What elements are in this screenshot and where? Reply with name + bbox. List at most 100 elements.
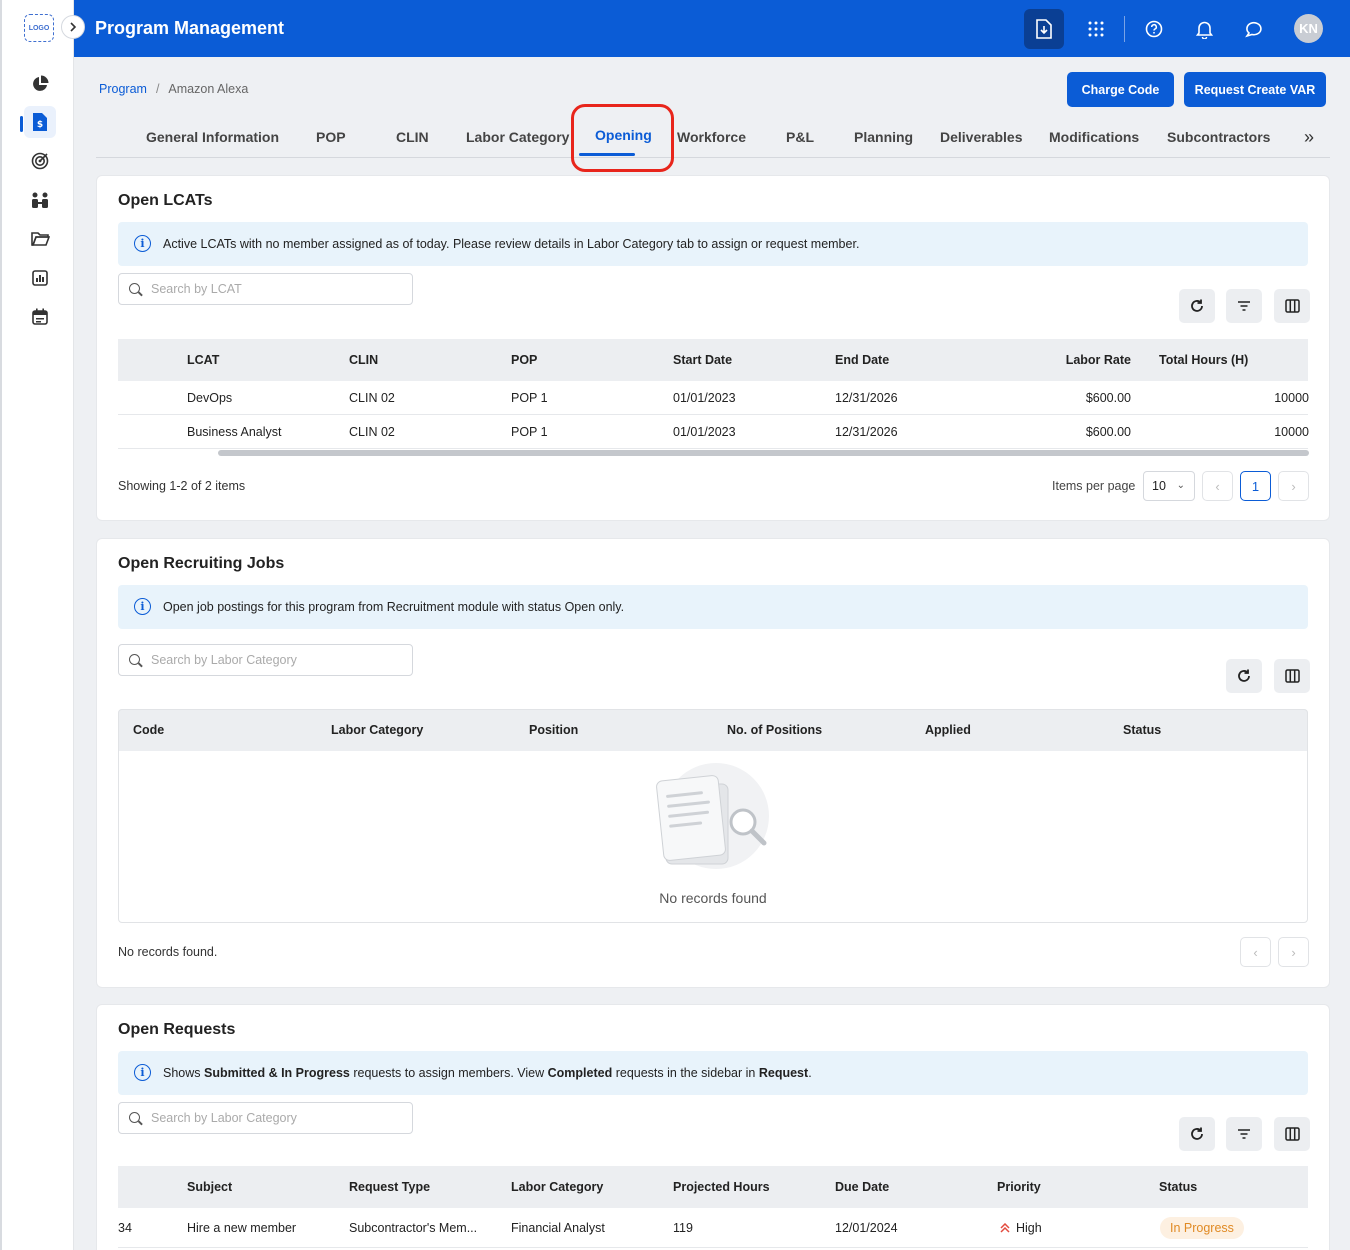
requests-search-input[interactable]: Search by Labor Category [118,1102,413,1134]
bar-chart-icon[interactable] [24,262,56,294]
table-row[interactable]: 34 Hire a new member Subcontractor's Mem… [118,1208,1308,1248]
col-pop[interactable]: POP [511,339,537,381]
columns-icon [1284,299,1300,313]
status-badge: In Progress [1160,1216,1244,1239]
open-requests-info-banner: i Shows Submitted & In Progress requests… [118,1051,1308,1095]
chat-icon[interactable] [1234,9,1274,49]
tab-planning[interactable]: Planning [854,129,913,145]
info-icon: i [134,235,151,252]
col-total-hours[interactable]: Total Hours (H) [1159,339,1248,381]
page-1-button[interactable]: 1 [1240,471,1271,501]
cell-id: 34 [118,1220,132,1235]
charge-code-button[interactable]: Charge Code [1067,72,1174,107]
jobs-search-input[interactable]: Search by Labor Category [118,644,413,676]
col-end-date[interactable]: End Date [835,339,889,381]
refresh-button[interactable] [1179,1117,1215,1151]
pie-chart-icon[interactable] [24,68,56,100]
chevron-down-icon: ⌄ [1176,480,1185,491]
tab-highlight-annotation [571,104,674,172]
refresh-icon [1238,669,1250,682]
tab-subcontractors[interactable]: Subcontractors [1167,129,1270,145]
col-request-type[interactable]: Request Type [349,1166,430,1208]
jobs-footer-text: No records found. [118,945,218,959]
folder-open-icon[interactable] [24,223,56,255]
rail-active-indicator [20,116,23,132]
cell-status: In Progress [1160,1208,1244,1247]
download-document-icon[interactable] [1024,9,1064,49]
col-labor-category[interactable]: Labor Category [511,1166,603,1208]
col-projected-hours[interactable]: Projected Hours [673,1166,770,1208]
col-clin[interactable]: CLIN [349,339,378,381]
dollar-document-icon[interactable]: $ [24,106,56,138]
open-recruiting-jobs-card: Open Recruiting Jobs i Open job postings… [96,538,1330,988]
apps-grid-icon[interactable] [1076,9,1116,49]
chevron-right-icon [70,22,77,32]
left-rail: LOGO $ [0,0,74,1250]
tab-deliverables[interactable]: Deliverables [940,129,1023,145]
avatar[interactable]: KN [1294,14,1323,43]
cell-start-date: 01/01/2023 [673,390,736,405]
col-labor-rate[interactable]: Labor Rate [978,339,1131,381]
tab-workforce[interactable]: Workforce [677,129,746,145]
cell-pop: POP 1 [511,390,548,405]
next-page-button[interactable]: › [1278,471,1309,501]
request-create-var-button[interactable]: Request Create VAR [1184,72,1326,107]
refresh-button[interactable] [1226,659,1262,693]
columns-button[interactable] [1274,1117,1310,1151]
tab-general-information[interactable]: General Information [146,129,279,145]
prev-page-button[interactable]: ‹ [1202,471,1233,501]
logo: LOGO [24,14,54,42]
col-due-date[interactable]: Due Date [835,1166,889,1208]
open-jobs-info-banner: i Open job postings for this program fro… [118,585,1308,629]
target-icon[interactable] [24,145,56,177]
open-requests-card: Open Requests i Shows Submitted & In Pro… [96,1004,1330,1250]
columns-button[interactable] [1274,659,1310,693]
tab-pop[interactable]: POP [316,129,346,145]
open-lcats-card: Open LCATs i Active LCATs with no member… [96,175,1330,521]
cell-labor-category: Financial Analyst [511,1220,605,1235]
cell-projected-hours: 119 [673,1220,693,1235]
cell-start-date: 01/01/2023 [673,424,736,439]
items-per-page-label: Items per page [1052,479,1136,493]
no-records-illustration-icon [656,763,769,869]
tab-modifications[interactable]: Modifications [1049,129,1139,145]
filter-button[interactable] [1226,1117,1262,1151]
team-icon[interactable] [24,184,56,216]
col-start-date[interactable]: Start Date [673,339,732,381]
cell-pop: POP 1 [511,424,548,439]
help-icon[interactable] [1134,9,1174,49]
sidebar-expand-button[interactable] [61,15,85,39]
tab-labor-category[interactable]: Labor Category [466,129,569,145]
refresh-button[interactable] [1179,289,1215,323]
cell-clin: CLIN 02 [349,390,395,405]
lcat-search-input[interactable]: Search by LCAT [118,273,413,305]
col-lcat[interactable]: LCAT [187,339,219,381]
requests-table: Subject Request Type Labor Category Proj… [118,1166,1308,1248]
items-per-page-value: 10 [1152,479,1166,493]
prev-page-button[interactable]: ‹ [1240,937,1271,967]
cell-end-date: 12/31/2026 [835,424,898,439]
table-row[interactable]: DevOps CLIN 02 POP 1 01/01/2023 12/31/20… [118,381,1309,415]
filter-button[interactable] [1226,289,1262,323]
columns-button[interactable] [1274,289,1310,323]
refresh-icon [1191,1127,1203,1140]
tabs-more-icon[interactable]: » [1304,127,1314,148]
items-per-page-select[interactable]: 10 ⌄ [1143,471,1195,501]
col-status[interactable]: Status [1159,1166,1197,1208]
col-subject[interactable]: Subject [187,1166,232,1208]
open-jobs-info-text: Open job postings for this program from … [163,600,625,614]
cell-labor-rate: $600.00 [1085,424,1131,439]
bell-icon[interactable] [1184,9,1224,49]
tab-pl[interactable]: P&L [786,129,814,145]
col-priority[interactable]: Priority [997,1166,1041,1208]
cell-due-date: 12/01/2024 [835,1220,898,1235]
horizontal-scrollbar[interactable] [218,450,1309,456]
cell-lcat: DevOps [187,390,233,405]
tab-clin[interactable]: CLIN [396,129,429,145]
breadcrumb-program-link[interactable]: Program [99,82,147,96]
tab-bar: General Information POP CLIN Labor Categ… [96,118,1330,158]
topbar-divider [1124,16,1125,42]
calendar-icon[interactable] [24,300,56,332]
next-page-button[interactable]: › [1278,937,1309,967]
table-row[interactable]: Business Analyst CLIN 02 POP 1 01/01/202… [118,415,1309,449]
